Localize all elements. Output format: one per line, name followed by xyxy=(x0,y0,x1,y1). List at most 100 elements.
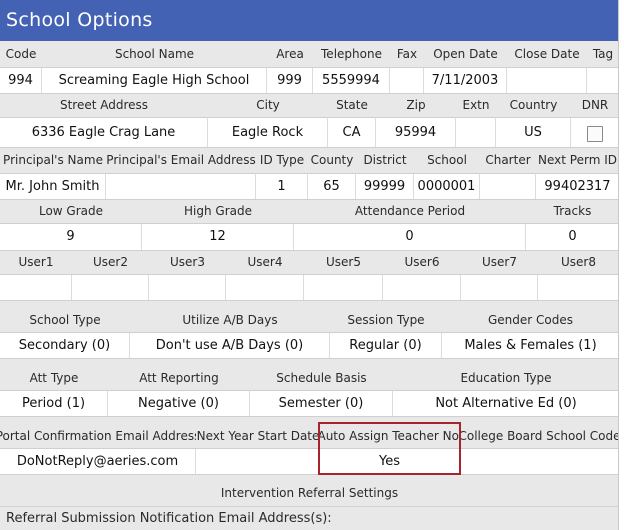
user6-field[interactable] xyxy=(383,274,461,300)
area-field[interactable]: 999 xyxy=(267,67,313,93)
divider xyxy=(0,274,618,275)
user5-field[interactable] xyxy=(304,274,383,300)
next-perm-id-field[interactable]: 99402317 xyxy=(536,173,618,199)
attendance-period-field[interactable]: 0 xyxy=(294,223,526,250)
college-board-school-code-field[interactable] xyxy=(460,448,618,474)
header-high-grade: High Grade xyxy=(184,204,252,218)
extn-field[interactable] xyxy=(456,117,496,147)
divider xyxy=(0,93,618,94)
district-field[interactable]: 99999 xyxy=(356,173,414,199)
portal-confirmation-email-field[interactable]: DoNotReply@aeries.com xyxy=(0,448,196,474)
header-street-address: Street Address xyxy=(59,98,149,112)
divider xyxy=(0,199,618,200)
tracks-field[interactable]: 0 xyxy=(526,223,618,250)
utilize-ab-days-select[interactable]: Don't use A/B Days (0) xyxy=(130,332,330,358)
user3-field[interactable] xyxy=(149,274,226,300)
row2-headers: Street Address City State Zip Extn Count… xyxy=(0,93,618,117)
county-field[interactable]: 65 xyxy=(308,173,356,199)
education-type-select[interactable]: Not Alternative Ed (0) xyxy=(393,390,618,416)
section-gap xyxy=(0,300,618,308)
header-user6: User6 xyxy=(404,255,440,269)
tag-field[interactable] xyxy=(587,67,618,93)
schedule-basis-select[interactable]: Semester (0) xyxy=(250,390,393,416)
row8-values: DoNotReply@aeries.com Yes xyxy=(0,448,618,474)
open-date-field[interactable]: 7/11/2003 xyxy=(424,67,507,93)
code-field[interactable]: 994 xyxy=(0,67,42,93)
city-field[interactable]: Eagle Rock xyxy=(208,117,328,147)
divider xyxy=(0,300,618,301)
att-reporting-select[interactable]: Negative (0) xyxy=(108,390,250,416)
header-user1: User1 xyxy=(18,255,54,269)
session-type-select[interactable]: Regular (0) xyxy=(330,332,442,358)
gender-codes-select[interactable]: Males & Females (1) xyxy=(442,332,618,358)
divider xyxy=(0,117,618,118)
row1-values: 994 Screaming Eagle High School 999 5559… xyxy=(0,67,618,93)
street-address-field[interactable]: 6336 Eagle Crag Lane xyxy=(0,117,208,147)
user1-field[interactable] xyxy=(0,274,72,300)
row4-headers: Low Grade High Grade Attendance Period T… xyxy=(0,199,618,223)
header-user4: User4 xyxy=(247,255,283,269)
school-type-select[interactable]: Secondary (0) xyxy=(0,332,130,358)
user7-field[interactable] xyxy=(461,274,538,300)
page-title: School Options xyxy=(0,0,618,41)
row5-values xyxy=(0,274,618,300)
divider xyxy=(0,223,618,224)
telephone-field[interactable]: 5559994 xyxy=(313,67,390,93)
user2-field[interactable] xyxy=(72,274,149,300)
header-user8: User8 xyxy=(561,255,596,269)
charter-field[interactable] xyxy=(480,173,536,199)
divider xyxy=(0,358,618,359)
header-charter: Charter xyxy=(485,153,531,167)
auto-assign-teacher-no-select[interactable]: Yes xyxy=(320,448,460,474)
header-session-type: Session Type xyxy=(347,313,425,327)
divider xyxy=(0,173,618,174)
divider xyxy=(0,448,618,449)
id-type-field[interactable]: 1 xyxy=(256,173,308,199)
header-city: City xyxy=(256,98,280,112)
header-tag: Tag xyxy=(592,47,614,61)
referral-notification-label: Referral Submission Notification Email A… xyxy=(6,511,332,526)
intervention-notification-row: Referral Submission Notification Email A… xyxy=(0,506,618,530)
header-code: Code xyxy=(5,47,37,61)
header-gender-codes: Gender Codes xyxy=(487,313,573,327)
low-grade-field[interactable]: 9 xyxy=(0,223,142,250)
header-open-date: Open Date xyxy=(433,47,498,61)
school-name-field[interactable]: Screaming Eagle High School xyxy=(42,67,267,93)
header-county: County xyxy=(310,153,354,167)
att-type-select[interactable]: Period (1) xyxy=(0,390,108,416)
next-year-start-date-field[interactable] xyxy=(196,448,320,474)
dnr-cell xyxy=(571,117,618,147)
user8-field[interactable] xyxy=(538,274,618,300)
intervention-title: Intervention Referral Settings xyxy=(220,486,399,500)
row3-headers: Principal's Name Principal's Email Addre… xyxy=(0,147,618,173)
row7-values: Period (1) Negative (0) Semester (0) Not… xyxy=(0,390,618,416)
state-field[interactable]: CA xyxy=(328,117,376,147)
country-field[interactable]: US xyxy=(496,117,571,147)
header-auto-assign-teacher-no: Auto Assign Teacher No. xyxy=(320,429,460,443)
principal-email-field[interactable] xyxy=(106,173,256,199)
principal-name-field[interactable]: Mr. John Smith xyxy=(0,173,106,199)
row6-values: Secondary (0) Don't use A/B Days (0) Reg… xyxy=(0,332,618,358)
row2-values: 6336 Eagle Crag Lane Eagle Rock CA 95994… xyxy=(0,117,618,147)
close-date-field[interactable] xyxy=(507,67,587,93)
header-fax: Fax xyxy=(396,47,418,61)
header-college-board-school-code: College Board School Code xyxy=(460,429,619,443)
section-gap xyxy=(0,416,618,424)
header-state: State xyxy=(336,98,368,112)
header-att-type: Att Type xyxy=(29,371,79,385)
row8-headers: Portal Confirmation Email Address Next Y… xyxy=(0,424,619,448)
user4-field[interactable] xyxy=(226,274,304,300)
fax-field[interactable] xyxy=(390,67,424,93)
school-field[interactable]: 0000001 xyxy=(414,173,480,199)
header-close-date: Close Date xyxy=(514,47,580,61)
header-user3: User3 xyxy=(170,255,205,269)
high-grade-field[interactable]: 12 xyxy=(142,223,294,250)
header-school: School xyxy=(427,153,467,167)
header-next-perm-id: Next Perm ID xyxy=(538,153,617,167)
divider xyxy=(0,474,618,475)
header-principal-name: Principal's Name xyxy=(3,153,103,167)
dnr-checkbox[interactable] xyxy=(587,126,603,142)
row4-values: 9 12 0 0 xyxy=(0,223,618,250)
zip-field[interactable]: 95994 xyxy=(376,117,456,147)
divider xyxy=(0,416,618,417)
